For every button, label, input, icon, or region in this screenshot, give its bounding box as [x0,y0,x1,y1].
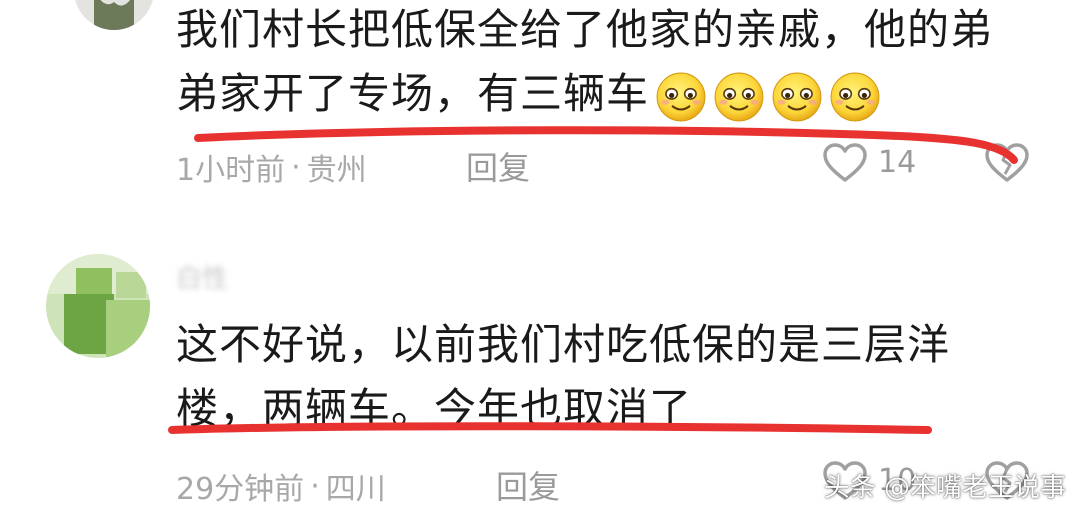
reply-button[interactable]: 回复 [466,143,530,189]
smiling-face-icon [655,71,707,123]
comment-text-line: 楼，两辆车。今年也取消了 [176,384,693,433]
comment-text-line: 弟家开了专场，有三辆车 [176,62,993,126]
smiling-face-icon [771,71,823,123]
comment-text: 我们村长把低保全给了他家的亲戚，他的弟 弟家开了专场，有三辆车 [176,0,993,126]
comment-text-line: 这不好说，以前我们村吃低保的是三层洋 [176,320,951,369]
meta-separator: · [291,149,301,185]
comment-text-segment: 弟家开了专场，有三辆车 [176,69,650,118]
comment-text: 这不好说，以前我们村吃低保的是三层洋 楼，两辆车。今年也取消了 [176,313,950,441]
avatar-image [46,254,150,358]
reply-button[interactable]: 回复 [496,462,560,508]
comment-meta: 29分钟前 · 四川 [176,464,386,508]
heart-outline-icon[interactable] [822,142,868,184]
smiling-face-icon [713,71,765,123]
comment-meta: 1小时前 · 贵州 [176,145,367,189]
meta-separator: · [310,468,320,504]
like-count: 14 [878,145,917,180]
watermark: 头条 @笨嘴老王说事 [823,473,1066,503]
avatar[interactable] [46,254,150,358]
comment-time: 29分钟前 [176,472,305,507]
comment-time: 1小时前 [176,153,286,188]
broken-heart-icon[interactable] [984,142,1030,184]
avatar[interactable] [74,0,154,30]
comment-location: 贵州 [306,153,367,188]
comment-text-line: 我们村长把低保全给了他家的亲戚，他的弟 [176,5,994,54]
avatar-image [74,0,154,30]
smiling-face-icon [829,71,881,123]
comment-location: 四川 [325,472,386,507]
username[interactable]: 白性 [176,258,228,295]
